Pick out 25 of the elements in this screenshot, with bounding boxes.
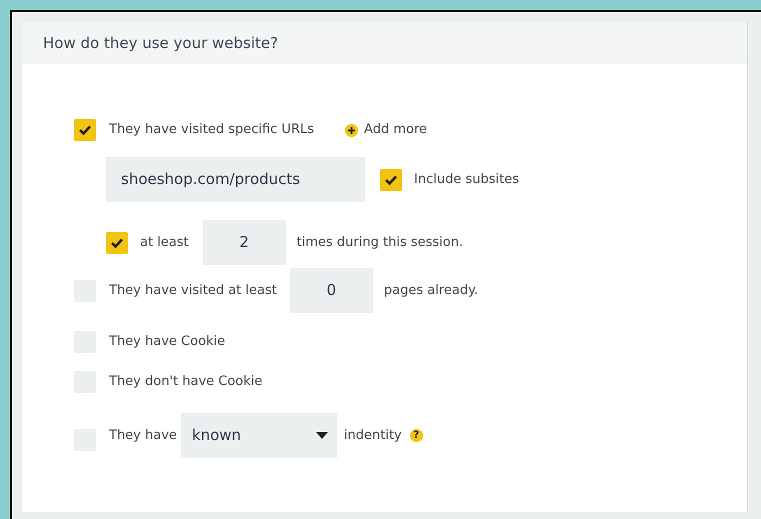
- plus-icon: [345, 124, 358, 136]
- check-icon: [78, 124, 92, 136]
- identity-dropdown[interactable]: known: [180, 413, 337, 458]
- condition-label: They have Cookie: [109, 333, 226, 352]
- count-field[interactable]: 0: [290, 268, 373, 313]
- condition-label: They don't have Cookie: [109, 373, 262, 392]
- add-more-link[interactable]: Add more: [345, 120, 428, 140]
- suffix-text: times during this session.: [296, 234, 464, 252]
- checkbox[interactable]: [380, 168, 402, 190]
- checkbox[interactable]: [74, 119, 96, 141]
- check-icon: [384, 174, 398, 186]
- caret-icon: [316, 432, 328, 439]
- url-field[interactable]: shoeshop.com/products: [106, 157, 365, 202]
- help-icon[interactable]: ?: [410, 429, 423, 442]
- count-field[interactable]: 2: [202, 220, 286, 265]
- checkbox[interactable]: [106, 232, 128, 254]
- checkbox-label: at least: [140, 234, 189, 252]
- checkbox-label: Include subsites: [414, 170, 519, 189]
- condition-label: They have visited specific URLs: [109, 121, 314, 140]
- condition-label: They have: [109, 426, 177, 445]
- check-icon: [110, 236, 124, 248]
- suffix-text: pages already.: [384, 282, 478, 300]
- condition-label: They have visited at least: [109, 282, 277, 300]
- suffix-text: indentity: [344, 426, 402, 445]
- section-title: How do they use your website?: [43, 32, 278, 54]
